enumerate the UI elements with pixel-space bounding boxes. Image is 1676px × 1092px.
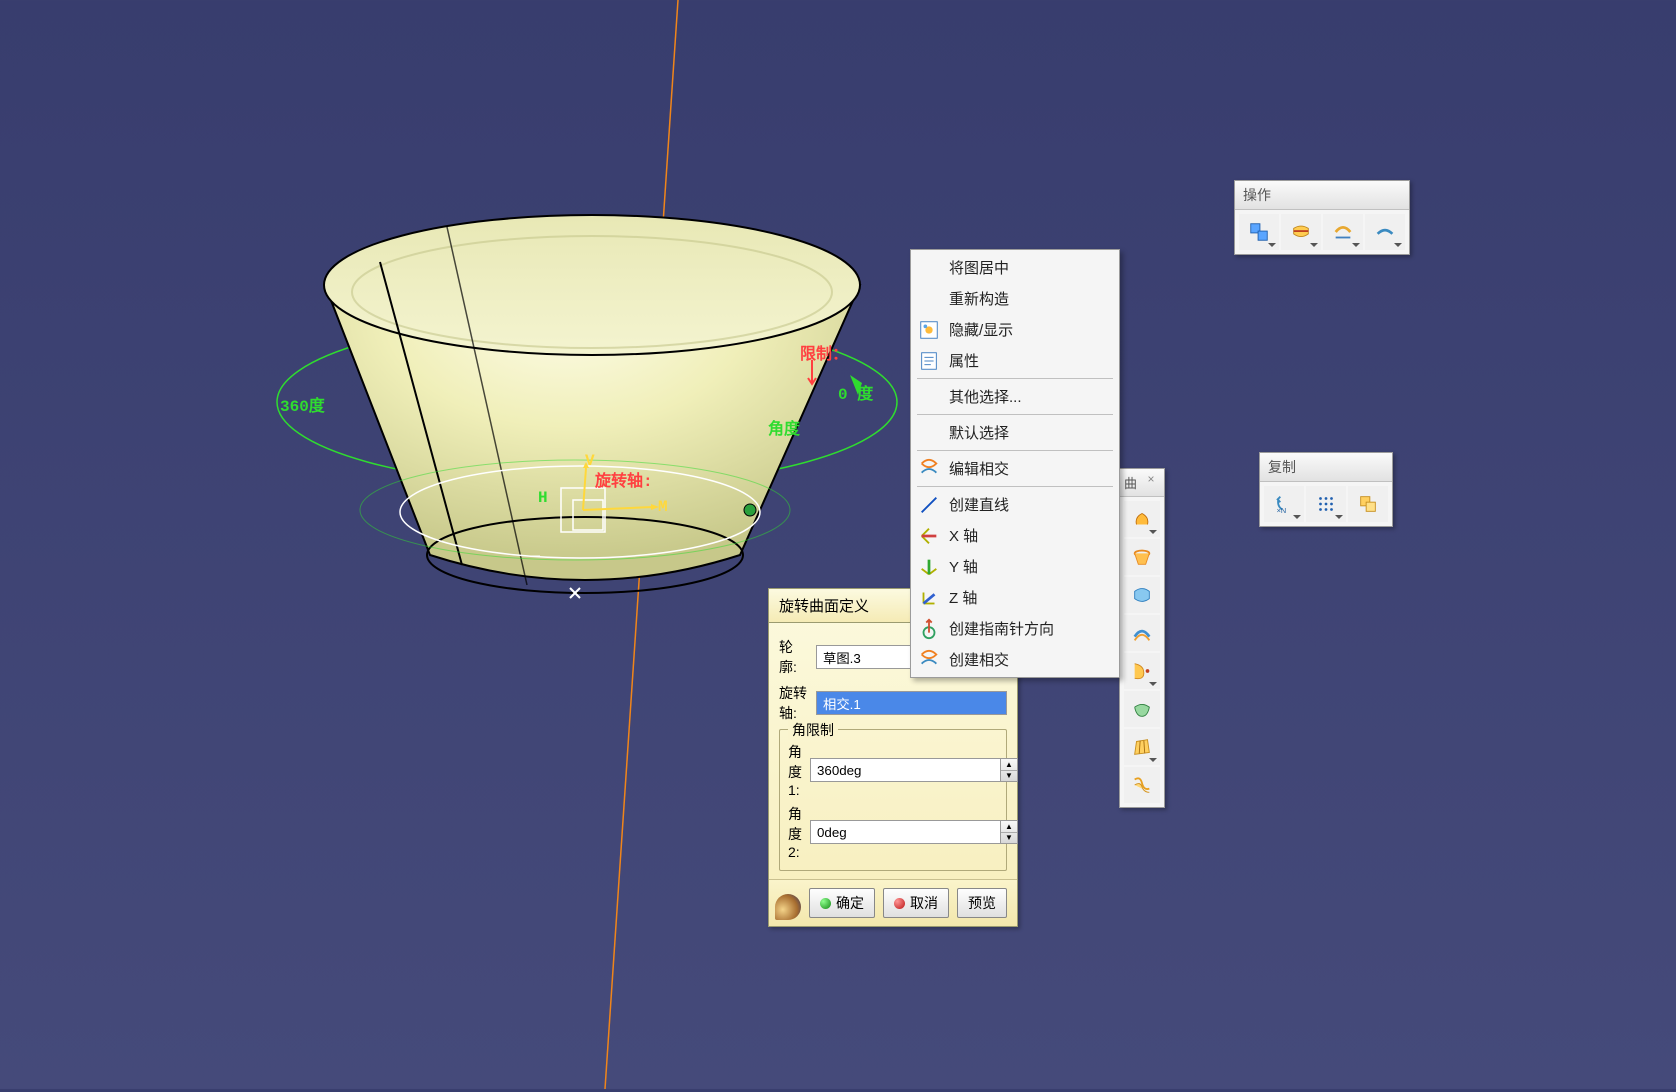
- offset-tool[interactable]: [1124, 615, 1160, 651]
- ctx-create-line[interactable]: 创建直线: [913, 489, 1117, 520]
- y-axis-icon: [917, 557, 941, 577]
- fill-tool[interactable]: [1124, 691, 1160, 727]
- axis-input[interactable]: [816, 691, 1007, 715]
- copy-toolbar[interactable]: 复制 ×N: [1259, 452, 1393, 527]
- angle2-input[interactable]: [810, 820, 1000, 844]
- x-axis-icon: [917, 526, 941, 546]
- ctx-other-select[interactable]: 其他选择...: [913, 381, 1117, 412]
- compass-icon: [917, 619, 941, 639]
- loft-tool[interactable]: [1124, 729, 1160, 765]
- split-tool[interactable]: [1281, 214, 1321, 250]
- ctx-edit-intersect[interactable]: 编辑相交: [913, 453, 1117, 484]
- svg-text:×N: ×N: [1277, 506, 1287, 515]
- operations-toolbar[interactable]: 操作: [1234, 180, 1410, 255]
- ctx-center-graph[interactable]: 将图居中: [913, 252, 1117, 283]
- angle1-label: 角度 1:: [788, 742, 802, 798]
- angle1-spinner[interactable]: ▲▼: [1000, 758, 1018, 782]
- duplicate-tool[interactable]: [1348, 486, 1388, 522]
- angle2-label: 角度 2:: [788, 804, 802, 860]
- cancel-button[interactable]: 取消: [883, 888, 949, 918]
- axis-label: 旋转轴:: [779, 683, 808, 723]
- ctx-create-compass[interactable]: 创建指南针方向: [913, 613, 1117, 644]
- revolve-tool[interactable]: [1124, 539, 1160, 575]
- toolbar-title[interactable]: 复制: [1260, 453, 1392, 482]
- limit-legend: 角限制: [788, 720, 838, 740]
- join-tool[interactable]: [1239, 214, 1279, 250]
- profile-label: 轮廓:: [779, 637, 808, 677]
- ctx-default-select[interactable]: 默认选择: [913, 417, 1117, 448]
- ctx-hide-show[interactable]: 隐藏/显示: [913, 314, 1117, 345]
- pattern-tool[interactable]: [1306, 486, 1346, 522]
- preview-button[interactable]: 预览: [957, 888, 1007, 918]
- line-icon: [917, 495, 941, 515]
- surfaces-toolbar[interactable]: 曲 ×: [1119, 468, 1165, 808]
- intersect-icon: [917, 459, 941, 479]
- translate-tool[interactable]: ×N: [1264, 486, 1304, 522]
- angle1-input[interactable]: [810, 758, 1000, 782]
- sweep-tool[interactable]: [1124, 653, 1160, 689]
- ctx-y-axis[interactable]: Y 轴: [913, 551, 1117, 582]
- ctx-properties[interactable]: 属性: [913, 345, 1117, 376]
- trim-tool[interactable]: [1323, 214, 1363, 250]
- ok-button[interactable]: 确定: [809, 888, 875, 918]
- ctx-z-axis[interactable]: Z 轴: [913, 582, 1117, 613]
- sphere-tool[interactable]: [1124, 577, 1160, 613]
- hide-show-icon: [917, 320, 941, 340]
- context-menu: 将图居中 重新构造 隐藏/显示 属性 其他选择... 默认选择 编辑相交: [910, 249, 1120, 678]
- properties-icon: [917, 351, 941, 371]
- close-icon[interactable]: ×: [1142, 472, 1160, 490]
- ctx-create-intersect[interactable]: 创建相交: [913, 644, 1117, 675]
- dialog-logo-icon: [775, 894, 801, 920]
- z-axis-icon: [917, 588, 941, 608]
- extrude-tool[interactable]: [1124, 501, 1160, 537]
- ctx-reframe[interactable]: 重新构造: [913, 283, 1117, 314]
- blend-tool[interactable]: [1124, 767, 1160, 803]
- angle2-spinner[interactable]: ▲▼: [1000, 820, 1018, 844]
- intersect-icon: [917, 650, 941, 670]
- extract-tool[interactable]: [1365, 214, 1405, 250]
- ctx-x-axis[interactable]: X 轴: [913, 520, 1117, 551]
- toolbar-title[interactable]: 操作: [1235, 181, 1409, 210]
